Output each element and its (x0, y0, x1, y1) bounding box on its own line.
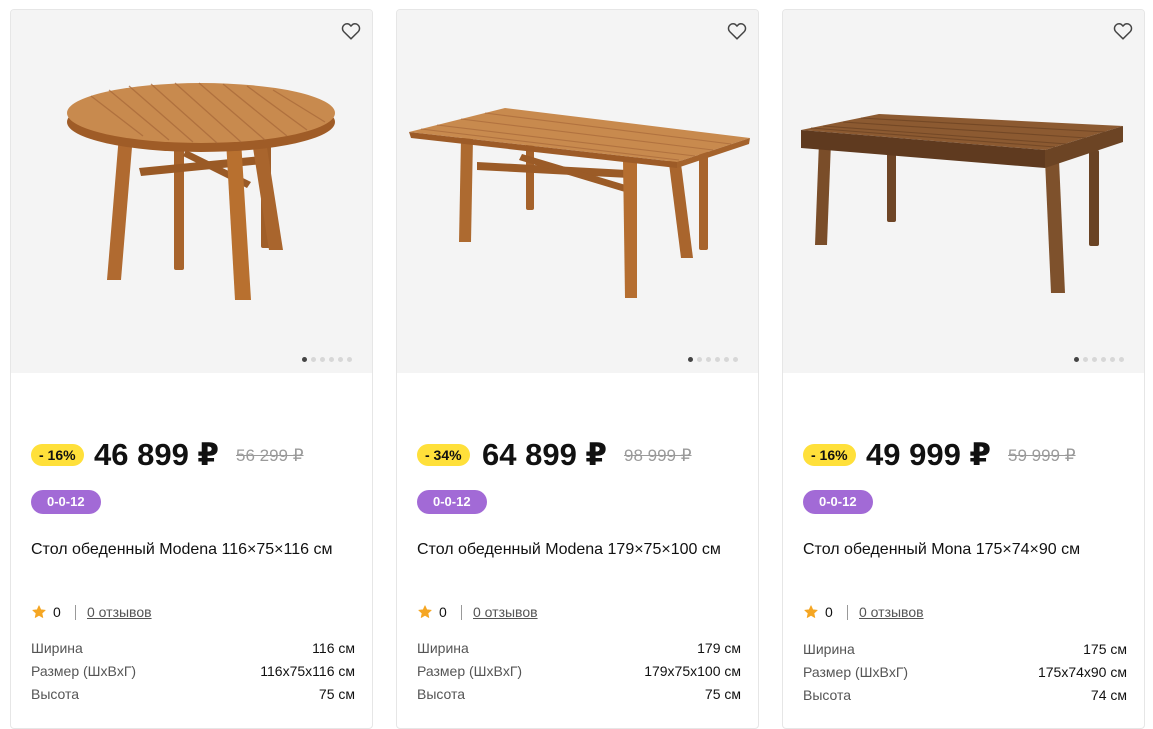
spec-row-width: Ширина 179 см (417, 637, 741, 659)
slide-dot[interactable] (1083, 357, 1088, 362)
product-card[interactable]: - 16% 46 899 ₽ 56 299 ₽ 0-0-12 Стол обед… (10, 9, 373, 729)
star-icon (32, 605, 46, 618)
price-row: - 16% 49 999 ₽ 59 999 ₽ (803, 438, 1133, 474)
price-row: - 16% 46 899 ₽ 56 299 ₽ (31, 438, 361, 474)
spec-label: Ширина (803, 641, 855, 657)
slide-dot[interactable] (697, 357, 702, 362)
reviews-link[interactable]: 0 отзывов (473, 602, 538, 622)
spec-label: Размер (ШxВxГ) (803, 664, 909, 680)
dark-wooden-table-image (801, 114, 1123, 293)
spec-row-size: Размер (ШxВxГ) 116x75x116 см (31, 660, 355, 682)
spec-row-size: Размер (ШxВxГ) 179x75x100 см (417, 660, 741, 682)
discount-badge: - 16% (31, 444, 84, 466)
heart-icon[interactable] (340, 20, 362, 42)
slide-dot[interactable] (715, 357, 720, 362)
spec-row-height: Высота 74 см (803, 684, 1127, 706)
spec-label: Высота (31, 686, 80, 702)
discount-badge: - 16% (803, 444, 856, 466)
spec-value: 116 см (312, 640, 355, 656)
product-card[interactable]: - 34% 64 899 ₽ 98 999 ₽ 0-0-12 Стол обед… (396, 9, 759, 729)
spec-label: Ширина (31, 640, 83, 656)
installment-badge: 0-0-12 (417, 490, 487, 514)
slide-dot[interactable] (1110, 357, 1115, 362)
product-title[interactable]: Стол обеденный Mona 175×74×90 см (803, 537, 1133, 562)
spec-value: 116x75x116 см (260, 663, 355, 679)
slide-dot[interactable] (320, 357, 325, 362)
star-icon (804, 605, 818, 618)
slide-dot[interactable] (1119, 357, 1124, 362)
spec-value: 75 см (318, 686, 355, 702)
product-title[interactable]: Стол обеденный Modena 179×75×100 см (417, 537, 747, 562)
spec-value: 179 см (697, 640, 741, 656)
slide-dot[interactable] (1074, 357, 1079, 362)
divider (75, 605, 76, 620)
price: 46 899 ₽ (94, 437, 219, 472)
slide-dot[interactable] (1092, 357, 1097, 362)
divider (461, 605, 462, 620)
spec-value: 75 см (704, 686, 741, 702)
reviews-link[interactable]: 0 отзывов (859, 602, 924, 622)
spec-row-height: Высота 75 см (31, 683, 355, 705)
slide-dot[interactable] (706, 357, 711, 362)
rating-value: 0 (439, 604, 447, 620)
discount-badge: - 34% (417, 444, 470, 466)
installment-badge: 0-0-12 (31, 490, 101, 514)
slide-dot[interactable] (311, 357, 316, 362)
star-icon (418, 605, 432, 618)
price: 49 999 ₽ (866, 437, 991, 472)
old-price: 98 999 ₽ (624, 446, 692, 465)
heart-icon[interactable] (726, 20, 748, 42)
spec-value: 74 см (1090, 687, 1127, 703)
product-photo[interactable] (397, 10, 758, 373)
product-title[interactable]: Стол обеденный Modena 116×75×116 см (31, 537, 361, 562)
spec-label: Размер (ШxВxГ) (417, 663, 523, 679)
round-wooden-table-image (67, 82, 335, 300)
installment-badge: 0-0-12 (803, 490, 873, 514)
spec-row-width: Ширина 175 см (803, 638, 1127, 660)
spec-value: 179x75x100 см (644, 663, 741, 679)
spec-value: 175 см (1083, 641, 1127, 657)
slide-dot[interactable] (724, 357, 729, 362)
slide-dot[interactable] (329, 357, 334, 362)
heart-icon[interactable] (1112, 20, 1134, 42)
spec-row-width: Ширина 116 см (31, 637, 355, 659)
slide-dot[interactable] (688, 357, 693, 362)
divider (847, 605, 848, 620)
rating-value: 0 (825, 604, 833, 620)
spec-label: Ширина (417, 640, 469, 656)
product-photo[interactable] (783, 10, 1144, 373)
price-row: - 34% 64 899 ₽ 98 999 ₽ (417, 438, 747, 474)
slide-dot[interactable] (1101, 357, 1106, 362)
price: 64 899 ₽ (482, 437, 607, 472)
spec-label: Высота (803, 687, 852, 703)
slide-dot[interactable] (338, 357, 343, 362)
slide-dot[interactable] (347, 357, 352, 362)
spec-row-height: Высота 75 см (417, 683, 741, 705)
product-card[interactable]: - 16% 49 999 ₽ 59 999 ₽ 0-0-12 Стол обед… (782, 9, 1145, 729)
rectangular-wooden-table-image (409, 108, 750, 298)
spec-label: Размер (ШxВxГ) (31, 663, 137, 679)
reviews-link[interactable]: 0 отзывов (87, 602, 152, 622)
slide-dot[interactable] (733, 357, 738, 362)
product-photo[interactable] (11, 10, 372, 373)
rating-value: 0 (53, 604, 61, 620)
spec-value: 175x74x90 см (1037, 664, 1127, 680)
slide-dot[interactable] (302, 357, 307, 362)
old-price: 56 299 ₽ (236, 446, 304, 465)
old-price: 59 999 ₽ (1008, 446, 1076, 465)
spec-row-size: Размер (ШxВxГ) 175x74x90 см (803, 661, 1127, 683)
spec-label: Высота (417, 686, 466, 702)
